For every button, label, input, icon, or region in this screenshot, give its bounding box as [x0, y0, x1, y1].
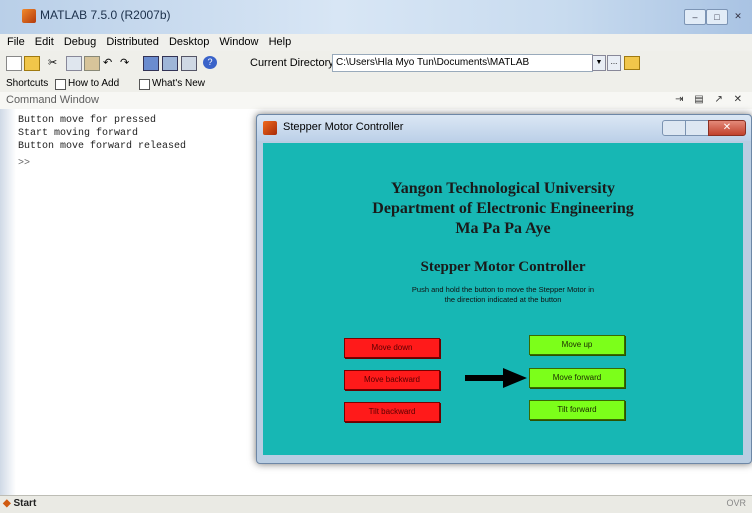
menu-debug[interactable]: Debug — [64, 36, 96, 48]
stepper-controller-window: Stepper Motor Controller ✕ Yangon Techno… — [256, 114, 752, 464]
move-down-button[interactable]: Move down — [344, 338, 440, 358]
start-label: Start — [13, 498, 37, 509]
command-output-line: Button move forward released — [18, 141, 187, 152]
menu-edit[interactable]: Edit — [35, 36, 54, 48]
menu-file[interactable]: File — [7, 36, 25, 48]
department-heading: Department of Electronic Engineering — [372, 200, 634, 217]
current-directory-field[interactable]: C:\Users\Hla Myo Tun\Documents\MATLAB — [332, 54, 593, 72]
ovr-indicator: OVR — [726, 498, 746, 508]
undo-icon[interactable]: ↶ — [103, 56, 117, 69]
start-icon: ◆ — [3, 498, 11, 509]
move-up-button[interactable]: Move up — [529, 335, 625, 355]
profiler-icon[interactable] — [181, 56, 197, 71]
command-window-header: Command Window ⇥ ▤ ↗ ✕ — [0, 92, 752, 110]
menu-desktop[interactable]: Desktop — [169, 36, 209, 48]
arrow-right-icon — [465, 368, 527, 388]
simulink-icon[interactable] — [143, 56, 159, 71]
command-prompt[interactable]: >> — [18, 158, 30, 169]
start-button[interactable]: ◆ Start — [3, 498, 36, 509]
move-forward-button[interactable]: Move forward — [529, 368, 625, 388]
whats-new-link[interactable]: What's New — [152, 78, 205, 89]
window-title: MATLAB 7.5.0 (R2007b) — [40, 8, 171, 22]
controller-panel: Yangon Technological University Departme… — [263, 143, 743, 455]
how-to-add-link[interactable]: How to Add — [68, 78, 119, 89]
new-file-icon[interactable] — [6, 56, 22, 71]
status-bar: ◆ Start OVR — [0, 495, 752, 513]
browse-folder-button[interactable]: ... — [607, 55, 621, 71]
move-backward-button[interactable]: Move backward — [344, 370, 440, 390]
maximize-button[interactable]: □ — [706, 9, 728, 25]
directory-dropdown-icon[interactable]: ▼ — [592, 55, 606, 71]
paste-icon[interactable] — [84, 56, 100, 71]
cut-icon[interactable]: ✂ — [48, 56, 62, 69]
gui-window-title: Stepper Motor Controller — [283, 121, 404, 133]
university-heading: Yangon Technological University — [390, 180, 616, 197]
command-window-title: Command Window — [6, 94, 99, 106]
shortcuts-bar: Shortcuts How to Add What's New — [0, 75, 752, 93]
open-folder-icon[interactable] — [24, 56, 40, 71]
instruction-line: the direction indicated at the button — [444, 295, 562, 304]
shortcuts-label[interactable]: Shortcuts — [6, 78, 48, 89]
shortcut-icon — [55, 79, 66, 90]
author-heading: Ma Pa Pa Aye — [455, 220, 551, 237]
matlab-title-bar: MATLAB 7.5.0 (R2007b) – □ ✕ — [0, 0, 752, 34]
gui-maximize-button[interactable] — [685, 120, 709, 136]
command-output-line: Button move for pressed — [18, 115, 157, 126]
tilt-backward-button[interactable]: Tilt backward — [344, 402, 440, 422]
menu-help[interactable]: Help — [269, 36, 292, 48]
matlab-figure-icon — [263, 121, 277, 135]
menu-distributed[interactable]: Distributed — [106, 36, 159, 48]
command-output-line: Start moving forward — [18, 128, 139, 139]
menu-window[interactable]: Window — [219, 36, 258, 48]
toolbar: ✂ ↶ ↷ ? Current Directory: C:\Users\Hla … — [0, 51, 752, 76]
redo-icon[interactable]: ↷ — [120, 56, 134, 69]
up-folder-icon[interactable] — [624, 56, 640, 70]
menu-bar: File Edit Debug Distributed Desktop Wind… — [0, 34, 752, 51]
gui-title-bar: Stepper Motor Controller ✕ — [257, 115, 751, 141]
help-icon[interactable]: ? — [203, 56, 217, 69]
instruction-line: Push and hold the button to move the Ste… — [411, 285, 595, 294]
command-window-edge — [0, 109, 16, 495]
panel-controls[interactable]: ⇥ ▤ ↗ ✕ — [675, 94, 746, 105]
copy-icon[interactable] — [66, 56, 82, 71]
shortcut-icon — [139, 79, 150, 90]
matlab-logo-icon — [22, 9, 36, 23]
tilt-forward-button[interactable]: Tilt forward — [529, 400, 625, 420]
close-button[interactable]: ✕ — [728, 9, 748, 23]
guide-icon[interactable] — [162, 56, 178, 71]
gui-close-button[interactable]: ✕ — [708, 120, 746, 136]
minimize-button[interactable]: – — [684, 9, 706, 25]
gui-minimize-button[interactable] — [662, 120, 686, 136]
current-directory-label: Current Directory: — [250, 57, 337, 69]
controller-subtitle: Stepper Motor Controller — [420, 259, 586, 275]
